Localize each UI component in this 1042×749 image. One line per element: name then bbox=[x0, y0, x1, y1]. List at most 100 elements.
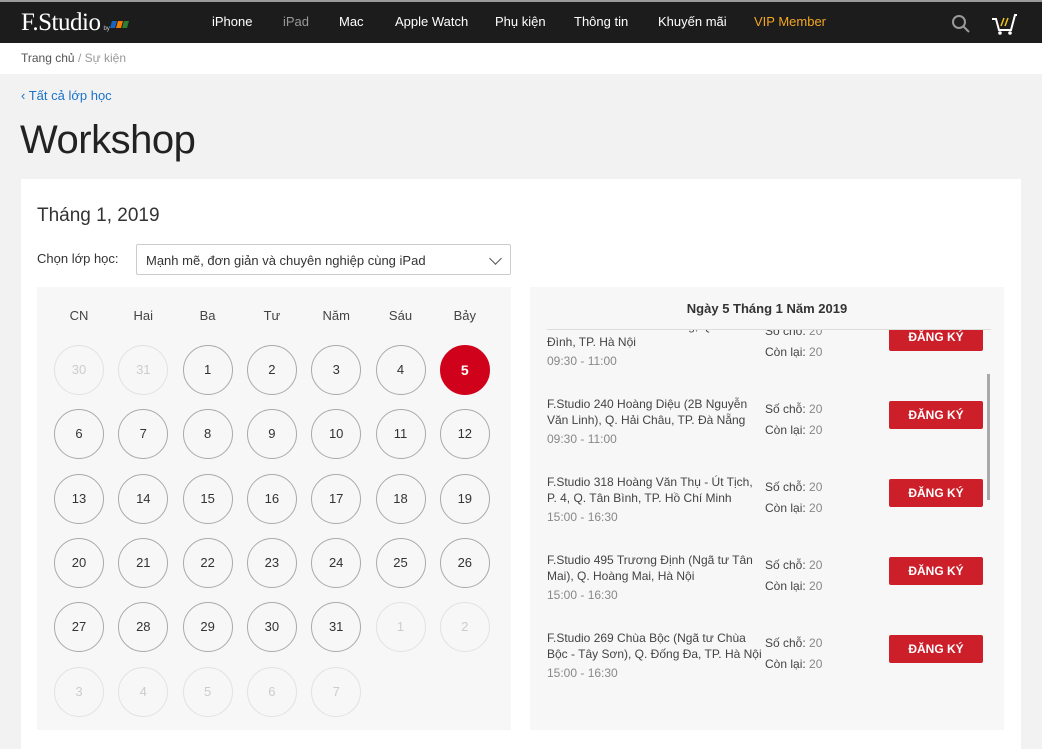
breadcrumb-current: Sự kiện bbox=[84, 51, 127, 65]
page-title: Workshop bbox=[20, 118, 196, 162]
remaining-value: 20 bbox=[809, 501, 823, 515]
nav-item[interactable]: Khuyến mãi bbox=[658, 14, 727, 29]
calendar-day[interactable]: 9 bbox=[246, 409, 297, 460]
calendar-day[interactable]: 1 bbox=[375, 602, 426, 653]
nav-item[interactable]: iPad bbox=[283, 14, 309, 29]
seats-label: Số chỗ: bbox=[765, 558, 806, 572]
calendar-day[interactable]: 4 bbox=[118, 666, 169, 717]
calendar-day[interactable]: 2 bbox=[439, 602, 490, 653]
calendar-day[interactable]: 8 bbox=[182, 409, 233, 460]
calendar-day[interactable]: 12 bbox=[439, 409, 490, 460]
calendar-day[interactable]: 20 bbox=[54, 537, 104, 588]
chevron-left-icon: ‹ bbox=[21, 88, 29, 103]
breadcrumb-home[interactable]: Trang chủ bbox=[21, 51, 75, 65]
logo-text: F.Studio bbox=[21, 9, 101, 36]
nav-item[interactable]: Phụ kiện bbox=[495, 14, 546, 29]
calendar-day[interactable]: 7 bbox=[118, 409, 169, 460]
calendar-day[interactable]: 2 bbox=[246, 345, 297, 395]
calendar-day[interactable]: 24 bbox=[311, 537, 362, 588]
weekday-header: Ba bbox=[199, 308, 216, 323]
remaining-label: Còn lại: bbox=[765, 579, 806, 593]
calendar-day[interactable]: 1 bbox=[182, 345, 233, 395]
remaining-value: 20 bbox=[809, 345, 823, 359]
calendar-day[interactable]: 18 bbox=[375, 473, 426, 524]
remaining-row: Còn lại: 20 bbox=[765, 420, 822, 441]
breadcrumb: Trang chủ / Sự kiện bbox=[0, 43, 1042, 74]
calendar-day[interactable]: 11 bbox=[375, 409, 426, 460]
seats-row: Số chỗ: 20 bbox=[765, 330, 822, 342]
top-nav-bar: F.Studio by iPhone iPad Mac Apple Watch Phụ k… bbox=[0, 0, 1042, 43]
calendar-day[interactable]: 26 bbox=[439, 537, 490, 588]
seats-value: 20 bbox=[809, 330, 823, 338]
seats-label: Số chỗ: bbox=[765, 636, 806, 650]
remaining-value: 20 bbox=[809, 423, 823, 437]
session-seats: Số chỗ: 20 Còn lại: 20 bbox=[765, 633, 822, 675]
session-address: F.Studio 269 Chùa Bộc (Ngã tư Chùa Bộc -… bbox=[547, 631, 762, 661]
calendar-day[interactable]: 5 bbox=[182, 666, 233, 717]
calendar-day[interactable]: 7 bbox=[311, 666, 362, 717]
scrollbar[interactable] bbox=[987, 374, 990, 500]
calendar-day[interactable]: 14 bbox=[118, 473, 169, 524]
nav-item[interactable]: Apple Watch bbox=[395, 14, 468, 29]
calendar-day[interactable]: 3 bbox=[311, 345, 362, 395]
calendar-day[interactable]: 21 bbox=[118, 537, 169, 588]
seats-value: 20 bbox=[809, 558, 823, 572]
calendar-day[interactable]: 15 bbox=[182, 473, 233, 524]
remaining-label: Còn lại: bbox=[765, 423, 806, 437]
calendar-day[interactable]: 25 bbox=[375, 537, 426, 588]
calendar-day[interactable]: 6 bbox=[246, 666, 297, 717]
calendar-day[interactable]: 17 bbox=[311, 473, 362, 524]
weekday-header: Sáu bbox=[388, 308, 413, 323]
nav-item[interactable]: iPhone bbox=[212, 14, 252, 29]
calendar-day[interactable]: 16 bbox=[246, 473, 297, 524]
calendar-day[interactable]: 27 bbox=[54, 602, 104, 653]
remaining-label: Còn lại: bbox=[765, 657, 806, 671]
calendar-day[interactable]: 22 bbox=[182, 537, 233, 588]
remaining-row: Còn lại: 20 bbox=[765, 654, 822, 675]
session-address: F.Studio 318 Hoàng Văn Thụ - Út Tịch, P.… bbox=[547, 475, 753, 505]
calendar-day[interactable]: 28 bbox=[118, 602, 169, 653]
logo-by: by bbox=[103, 26, 110, 32]
session-address: F.Studio 34-K1 Thành Công, Q. Ba Đình, T… bbox=[547, 330, 732, 349]
chevron-down-icon bbox=[489, 252, 502, 265]
register-button[interactable]: ĐĂNG KÝ bbox=[889, 557, 983, 585]
register-button[interactable]: ĐĂNG KÝ bbox=[889, 479, 983, 507]
remaining-value: 20 bbox=[809, 657, 823, 671]
calendar-day[interactable]: 30 bbox=[246, 602, 297, 653]
calendar-day[interactable]: 13 bbox=[54, 473, 104, 524]
seats-value: 20 bbox=[809, 636, 823, 650]
calendar-day[interactable]: 10 bbox=[311, 409, 362, 460]
register-button[interactable]: ĐĂNG KÝ bbox=[889, 330, 983, 351]
nav-item[interactable]: Mac bbox=[339, 14, 364, 29]
seats-label: Số chỗ: bbox=[765, 402, 806, 416]
calendar-day[interactable]: 19 bbox=[439, 473, 490, 524]
fstudio-logo[interactable]: F.Studio by bbox=[21, 9, 129, 37]
seats-row: Số chỗ: 20 bbox=[765, 399, 822, 420]
cart-icon[interactable] bbox=[991, 12, 1017, 36]
session-time: 15:00 - 16:30 bbox=[547, 666, 618, 680]
register-button[interactable]: ĐĂNG KÝ bbox=[889, 635, 983, 663]
calendar-day[interactable]: 29 bbox=[182, 602, 233, 653]
remaining-label: Còn lại: bbox=[765, 345, 806, 359]
calendar-day[interactable]: 31 bbox=[311, 602, 362, 653]
calendar-grid: CN Hai Ba Tư Năm Sáu Bảy 30 31 1 2 3 4 5 6 7 8 9 10 11 12 13 1… bbox=[37, 287, 511, 730]
fpt-logo-mark bbox=[121, 20, 129, 28]
class-select[interactable]: Mạnh mẽ, đơn giản và chuyên nghiệp cùng … bbox=[136, 244, 511, 275]
calendar-day[interactable]: 6 bbox=[54, 409, 104, 460]
session-item: F.Studio 495 Trương Định (Ngã tư Tân Mai… bbox=[530, 552, 1004, 630]
back-link-label: Tất cả lớp học bbox=[28, 88, 112, 103]
calendar-day[interactable]: 30 bbox=[54, 345, 104, 395]
calendar-day[interactable]: 31 bbox=[118, 345, 169, 395]
search-icon[interactable] bbox=[951, 14, 971, 34]
calendar-day[interactable]: 3 bbox=[54, 666, 104, 717]
back-link[interactable]: ‹ Tất cả lớp học bbox=[21, 88, 112, 103]
calendar-day[interactable]: 23 bbox=[246, 537, 297, 588]
nav-item[interactable]: VIP Member bbox=[754, 14, 826, 29]
register-button[interactable]: ĐĂNG KÝ bbox=[889, 401, 983, 429]
nav-item[interactable]: Thông tin bbox=[574, 14, 628, 29]
calendar-day[interactable]: 5 bbox=[439, 345, 490, 395]
class-select-label: Chọn lớp học: bbox=[37, 251, 119, 266]
calendar-day[interactable]: 4 bbox=[375, 345, 426, 395]
session-seats: Số chỗ: 20 Còn lại: 20 bbox=[765, 330, 822, 363]
seats-row: Số chỗ: 20 bbox=[765, 477, 822, 498]
